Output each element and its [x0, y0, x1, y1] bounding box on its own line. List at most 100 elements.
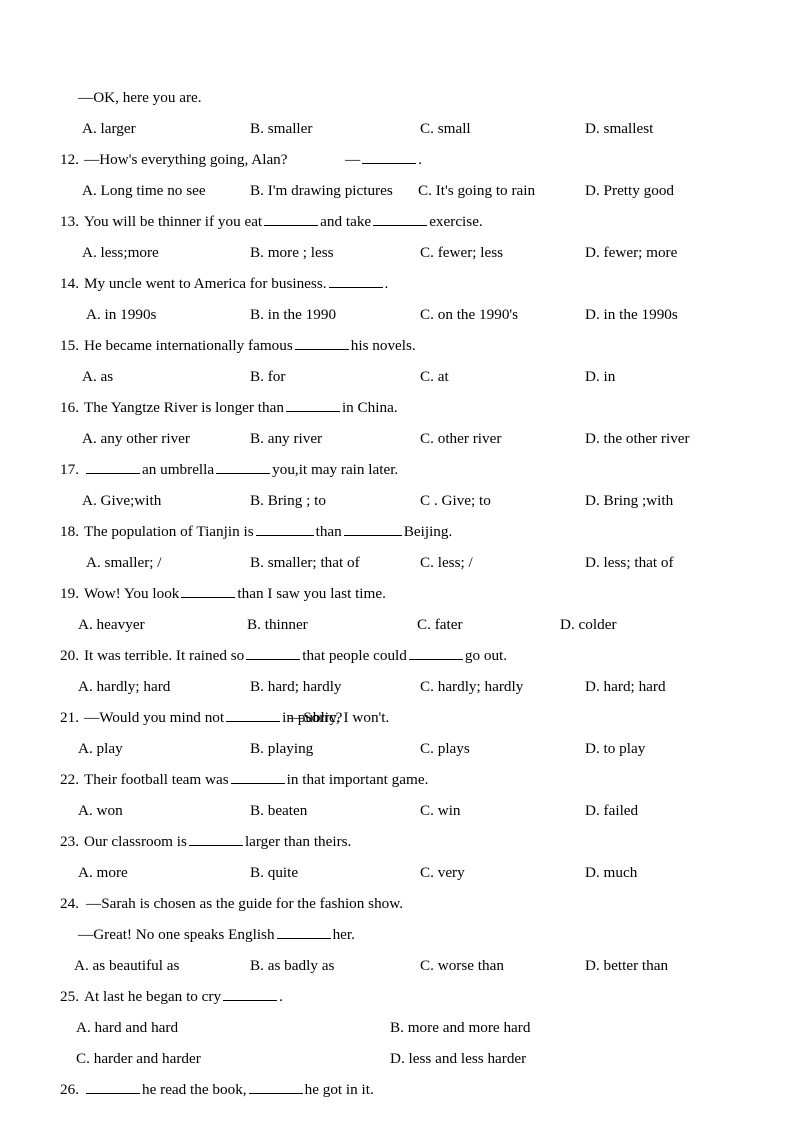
option-c[interactable]: C. at: [420, 361, 449, 392]
stem-fragment-1: You will be thinner if you eat: [84, 213, 263, 230]
answer-blank[interactable]: [86, 1081, 140, 1094]
stem-fragment-2: that people could: [302, 647, 407, 664]
question-17-text: an umbrella you,it may rain later.: [84, 454, 398, 485]
answer-blank[interactable]: [216, 461, 271, 474]
option-c[interactable]: C. other river: [420, 423, 501, 454]
option-a[interactable]: A. larger: [82, 113, 136, 144]
option-a[interactable]: A. less;more: [82, 237, 159, 268]
answer-blank[interactable]: [223, 988, 278, 1001]
stem-fragment-1: He became internationally famous: [84, 337, 293, 354]
question-16-text: The Yangtze River is longer than in China…: [84, 392, 398, 423]
stem-fragment-1: My uncle went to America for business.: [84, 275, 327, 292]
answer-blank[interactable]: [181, 585, 236, 598]
answer-blank[interactable]: [255, 523, 314, 536]
option-d[interactable]: D. less and less harder: [390, 1043, 526, 1074]
option-b[interactable]: B. thinner: [247, 609, 308, 640]
answer-blank[interactable]: [343, 523, 402, 536]
answer-blank[interactable]: [248, 1081, 303, 1094]
option-b[interactable]: B. more ; less: [250, 237, 334, 268]
option-d[interactable]: D. less; that of: [585, 547, 674, 578]
question-22-stem: 22. Their football team was in that impor…: [0, 764, 794, 795]
option-c[interactable]: C. on the 1990's: [420, 299, 518, 330]
option-a[interactable]: A. won: [78, 795, 123, 826]
option-a[interactable]: A. as: [82, 361, 113, 392]
answer-blank[interactable]: [246, 647, 301, 660]
option-c[interactable]: C. win: [420, 795, 461, 826]
answer-blank[interactable]: [373, 213, 428, 226]
question-16-options-row: A. any other river B. any river C. other…: [0, 423, 794, 454]
answer-blank[interactable]: [276, 926, 331, 939]
option-d[interactable]: D. better than: [585, 950, 668, 981]
option-c[interactable]: C. fewer; less: [420, 237, 503, 268]
option-d[interactable]: D. failed: [585, 795, 638, 826]
option-b[interactable]: B. more and more hard: [390, 1012, 530, 1043]
question-25-text: At last he began to cry.: [84, 981, 283, 1012]
stem-fragment-2: than: [315, 523, 342, 540]
stem-fragment-2: he got in it.: [304, 1081, 374, 1098]
option-a[interactable]: A. Give;with: [82, 485, 161, 516]
option-d[interactable]: D. Pretty good: [585, 175, 674, 206]
option-a[interactable]: A. more: [78, 857, 128, 888]
option-b[interactable]: B. beaten: [250, 795, 307, 826]
option-c[interactable]: C. less; /: [420, 547, 473, 578]
option-b[interactable]: B. Bring ; to: [250, 485, 326, 516]
option-c[interactable]: C. fater: [417, 609, 463, 640]
option-d[interactable]: D. to play: [585, 733, 645, 764]
answer-blank[interactable]: [362, 151, 417, 164]
option-a[interactable]: A. smaller; /: [86, 547, 162, 578]
option-c[interactable]: C. plays: [420, 733, 470, 764]
option-d[interactable]: D. in: [585, 361, 615, 392]
answer-blank[interactable]: [230, 771, 285, 784]
option-c[interactable]: C . Give; to: [420, 485, 491, 516]
period: .: [418, 151, 422, 168]
question-20-options-row: A. hardly; hard B. hard; hardly C. hardl…: [0, 671, 794, 702]
option-a[interactable]: A. Long time no see: [82, 175, 206, 206]
option-d[interactable]: D. smallest: [585, 113, 653, 144]
answer-blank[interactable]: [188, 833, 243, 846]
option-d[interactable]: D. fewer; more: [585, 237, 677, 268]
option-b[interactable]: B. smaller: [250, 113, 312, 144]
option-b[interactable]: B. hard; hardly: [250, 671, 342, 702]
answer-blank[interactable]: [285, 399, 340, 412]
answer-blank[interactable]: [294, 337, 349, 350]
option-d[interactable]: D. hard; hard: [585, 671, 666, 702]
option-a[interactable]: A. hard and hard: [76, 1012, 178, 1043]
option-a[interactable]: A. heavyer: [78, 609, 145, 640]
option-a[interactable]: A. hardly; hard: [78, 671, 170, 702]
question-26-text: he read the book, he got in it.: [84, 1074, 374, 1105]
option-b[interactable]: B. in the 1990: [250, 299, 336, 330]
option-b[interactable]: B. quite: [250, 857, 298, 888]
option-c[interactable]: C. small: [420, 113, 471, 144]
question-17-stem: 17. an umbrella you,it may rain later.: [0, 454, 794, 485]
option-b[interactable]: B. I'm drawing pictures: [250, 175, 393, 206]
option-b[interactable]: B. smaller; that of: [250, 547, 360, 578]
option-b[interactable]: B. as badly as: [250, 950, 334, 981]
option-d[interactable]: D. the other river: [585, 423, 690, 454]
option-d[interactable]: D. in the 1990s: [585, 299, 678, 330]
option-a[interactable]: A. as beautiful as: [74, 950, 179, 981]
option-a[interactable]: A. any other river: [82, 423, 190, 454]
answer-blank[interactable]: [86, 461, 140, 474]
stem-fragment-1: At last he began to cry: [84, 988, 222, 1005]
option-d[interactable]: D. much: [585, 857, 637, 888]
answer-blank[interactable]: [328, 275, 383, 288]
option-b[interactable]: B. any river: [250, 423, 322, 454]
question-19-options-row: A. heavyer B. thinner C. fater D. colder: [0, 609, 794, 640]
answer-blank[interactable]: [264, 213, 319, 226]
option-c[interactable]: C. very: [420, 857, 465, 888]
question-11-reply-text: —OK, here you are.: [78, 89, 202, 106]
stem-fragment-1: Our classroom is: [84, 833, 187, 850]
option-c[interactable]: C. harder and harder: [76, 1043, 201, 1074]
option-d[interactable]: D. Bring ;with: [585, 485, 673, 516]
option-d[interactable]: D. colder: [560, 609, 617, 640]
answer-blank[interactable]: [408, 647, 463, 660]
option-a[interactable]: A. in 1990s: [86, 299, 156, 330]
question-15-stem: 15. He became internationally famous his …: [0, 330, 794, 361]
option-c[interactable]: C. It's going to rain: [418, 175, 535, 206]
option-b[interactable]: B. playing: [250, 733, 313, 764]
option-c[interactable]: C. hardly; hardly: [420, 671, 523, 702]
answer-blank[interactable]: [226, 709, 281, 722]
option-a[interactable]: A. play: [78, 733, 123, 764]
option-c[interactable]: C. worse than: [420, 950, 504, 981]
option-b[interactable]: B. for: [250, 361, 285, 392]
